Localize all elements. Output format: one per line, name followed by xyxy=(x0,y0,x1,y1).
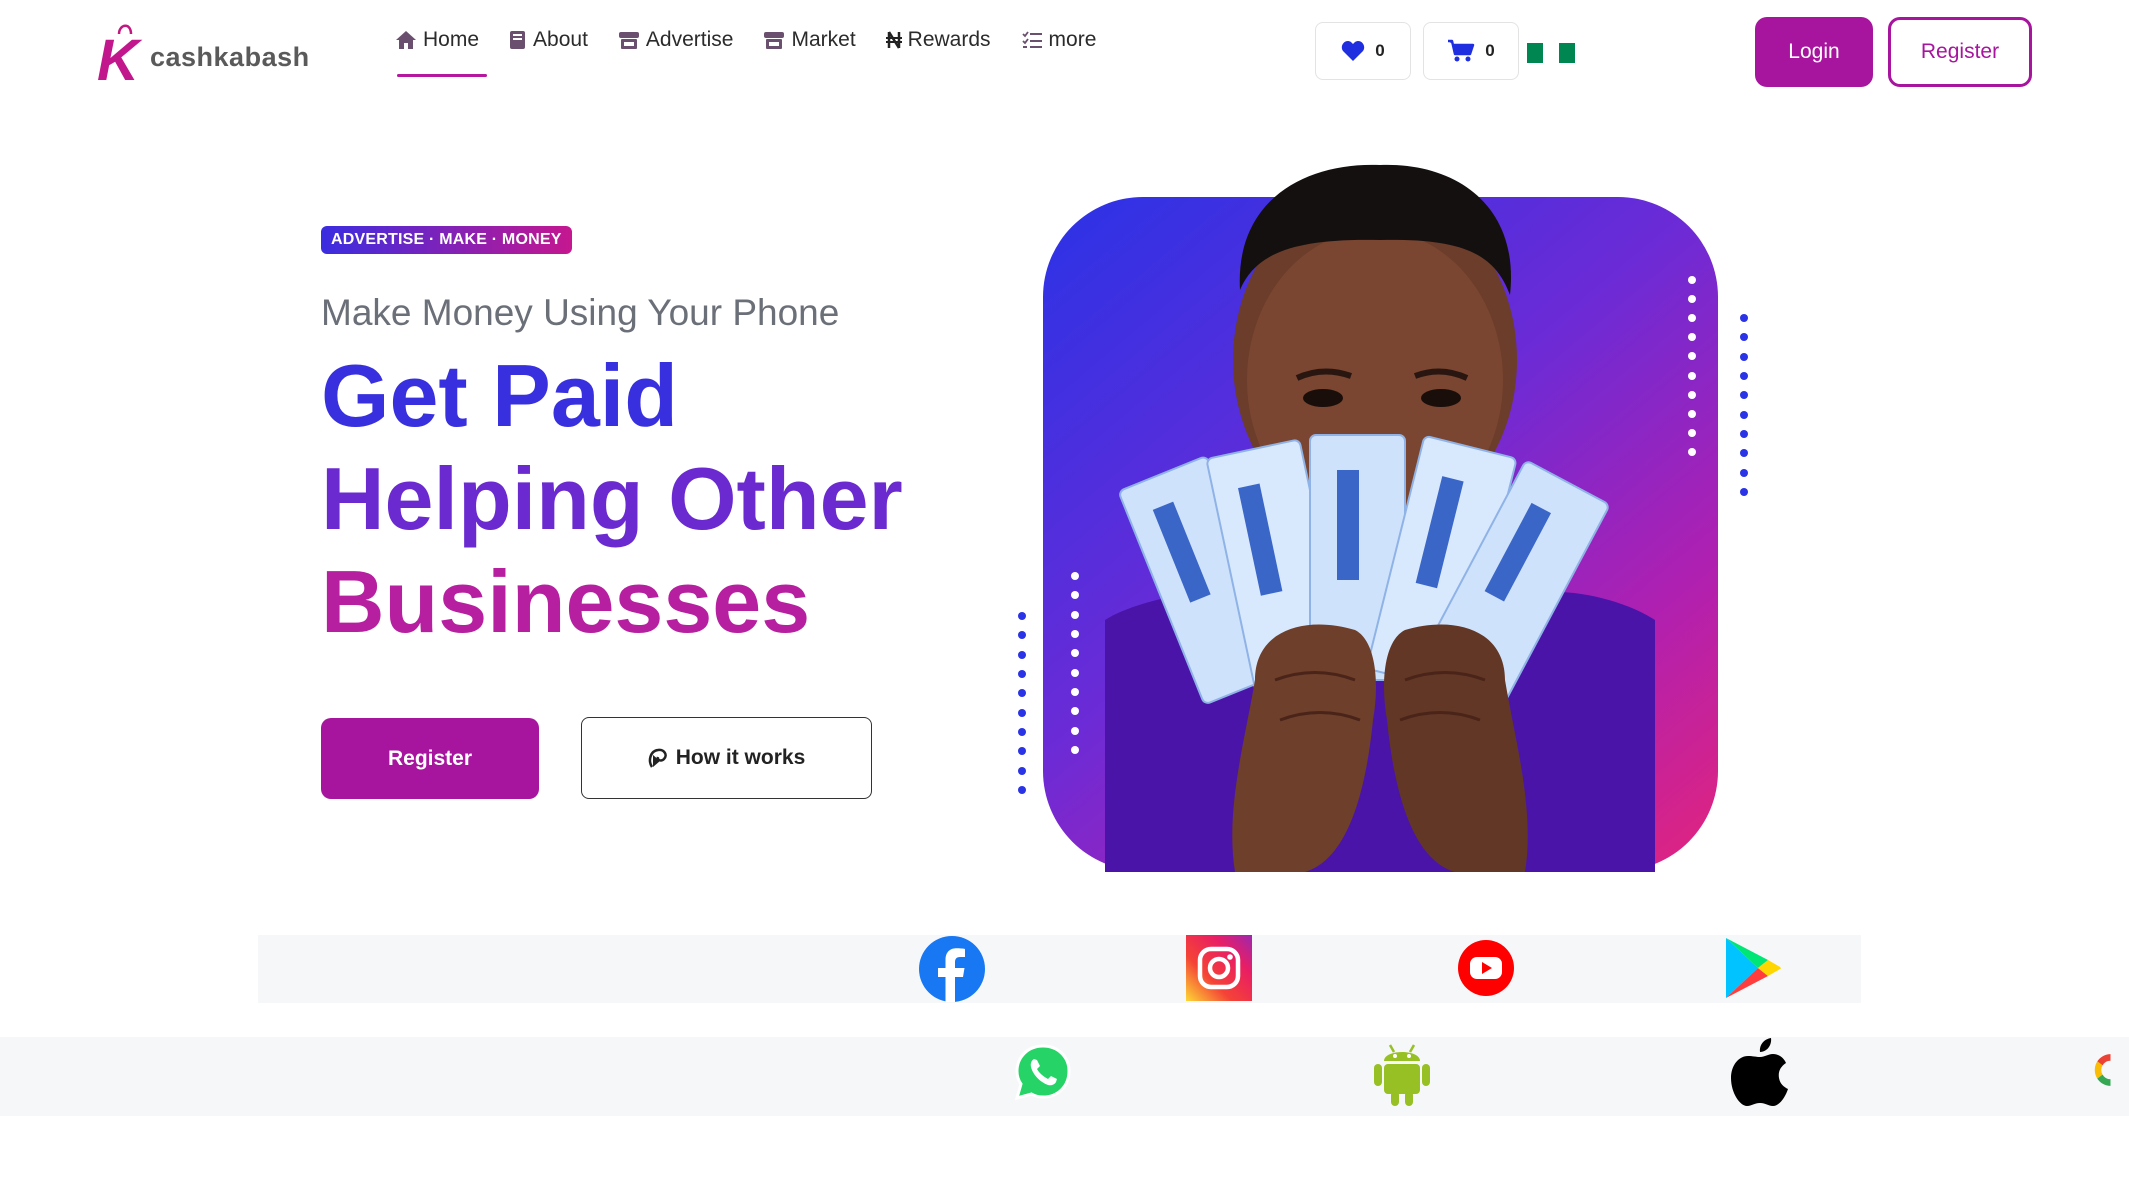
facebook-icon xyxy=(918,935,986,1003)
nav-market[interactable]: Market xyxy=(763,24,856,56)
how-it-works-label: How it works xyxy=(675,746,806,769)
register-button-hero[interactable]: Register xyxy=(321,718,539,799)
hero-headline-line-3: Businesses xyxy=(321,552,811,651)
cart-icon xyxy=(1448,39,1475,62)
android-icon xyxy=(1372,1037,1432,1107)
decor-dots-white-2 xyxy=(1071,572,1079,754)
logo-k-mark: K xyxy=(97,20,149,93)
wishlist-button[interactable]: 0 xyxy=(1315,22,1411,80)
home-icon xyxy=(396,31,416,49)
partner-logos-row-1 xyxy=(258,935,1861,1003)
nav-about-label: About xyxy=(533,28,588,51)
how-it-works-button[interactable]: How it works xyxy=(581,717,872,799)
wishlist-count: 0 xyxy=(1375,41,1385,60)
nav-more-label: more xyxy=(1048,28,1097,51)
cart-button[interactable]: 0 xyxy=(1423,22,1519,80)
store-icon xyxy=(618,32,639,49)
login-button[interactable]: Login xyxy=(1755,17,1873,87)
google-icon xyxy=(2092,1042,2129,1098)
hero-headline-line-2: Helping Other xyxy=(321,449,903,548)
decor-dots-blue-1 xyxy=(1740,314,1748,496)
book-icon xyxy=(510,31,526,49)
hero-photo-man-with-money xyxy=(1105,164,1655,872)
register-button-header[interactable]: Register xyxy=(1888,17,2032,87)
decor-dots-white-1 xyxy=(1688,276,1696,456)
nigeria-flag-icon[interactable] xyxy=(1527,43,1575,63)
nav-advertise[interactable]: Advertise xyxy=(618,24,734,56)
whatsapp-icon xyxy=(1015,1044,1071,1100)
nav-home-label: Home xyxy=(423,28,480,51)
nav-advertise-label: Advertise xyxy=(645,28,734,51)
nav-more[interactable]: more xyxy=(1021,24,1097,56)
brand-logo[interactable]: K cashkabash xyxy=(97,16,310,93)
hero-headline-line-1: Get Paid xyxy=(321,346,678,445)
hero-subtitle: Make Money Using Your Phone xyxy=(321,292,840,333)
main-nav: Home About Advertise Market Rewards more xyxy=(395,24,1126,77)
cart-count: 0 xyxy=(1485,41,1495,60)
brand-name: cashkabash xyxy=(150,42,310,72)
youtube-icon xyxy=(1458,940,1514,996)
list-icon xyxy=(1021,31,1042,48)
heart-icon xyxy=(1342,41,1365,61)
google-play-icon xyxy=(1724,936,1782,1000)
apple-icon xyxy=(1730,1037,1790,1107)
svg-text:K: K xyxy=(97,28,143,82)
nav-rewards-label: Rewards xyxy=(907,28,991,51)
nav-about[interactable]: About xyxy=(509,24,588,56)
shop-icon xyxy=(764,32,785,49)
site-header: K cashkabash Home About Advertise Market… xyxy=(0,0,2129,110)
play-swirl-icon xyxy=(648,748,667,768)
nav-rewards[interactable]: Rewards xyxy=(885,24,991,56)
nav-home[interactable]: Home xyxy=(395,24,488,77)
nav-market-label: Market xyxy=(791,28,856,51)
instagram-icon xyxy=(1186,935,1252,1001)
hero-badge: ADVERTISE · MAKE · MONEY xyxy=(321,226,572,254)
decor-dots-blue-2 xyxy=(1018,612,1026,794)
naira-icon xyxy=(885,31,902,49)
